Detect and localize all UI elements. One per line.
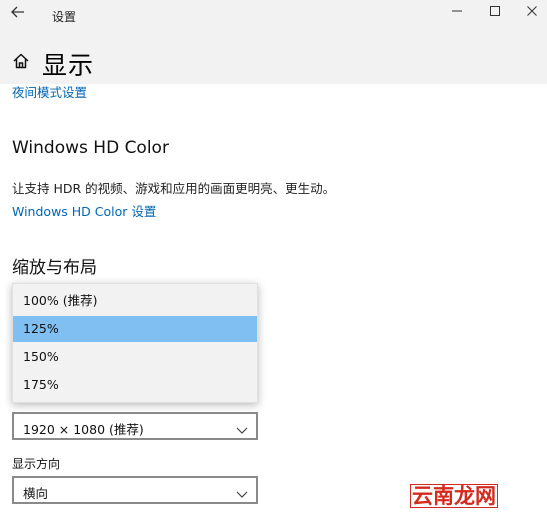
scale-option-100[interactable]: 100% (推荐)	[13, 288, 257, 314]
minimize-icon[interactable]	[443, 3, 471, 25]
home-icon[interactable]	[12, 52, 30, 70]
chevron-down-icon	[236, 420, 248, 434]
orientation-label: 显示方向	[12, 457, 61, 471]
chevron-down-icon	[236, 484, 248, 498]
page-title: 显示	[42, 51, 95, 80]
back-arrow-icon[interactable]	[10, 4, 28, 24]
orientation-value: 横向	[23, 486, 49, 501]
title-bar: 设置	[0, 0, 547, 30]
night-light-settings-link[interactable]: 夜间模式设置	[12, 82, 87, 101]
scale-option-175[interactable]: 175%	[13, 372, 257, 398]
scale-option-150[interactable]: 150%	[13, 344, 257, 370]
close-icon[interactable]	[518, 3, 546, 25]
watermark-logo: 云南龙网	[410, 484, 498, 508]
maximize-icon[interactable]	[481, 3, 509, 25]
hd-color-settings-link[interactable]: Windows HD Color 设置	[12, 201, 156, 220]
scale-dropdown-list: 100% (推荐) 125% 150% 175%	[12, 283, 258, 403]
window-title: 设置	[52, 10, 77, 24]
resolution-value: 1920 × 1080 (推荐)	[23, 422, 144, 437]
scale-option-125[interactable]: 125%	[13, 316, 257, 342]
orientation-select[interactable]: 横向	[12, 476, 258, 504]
hd-color-description: 让支持 HDR 的视频、游戏和应用的画面更明亮、更生动。	[12, 181, 336, 196]
resolution-select[interactable]: 1920 × 1080 (推荐)	[12, 412, 258, 440]
hd-color-heading: Windows HD Color	[12, 138, 169, 158]
scale-layout-heading: 缩放与布局	[12, 258, 97, 278]
